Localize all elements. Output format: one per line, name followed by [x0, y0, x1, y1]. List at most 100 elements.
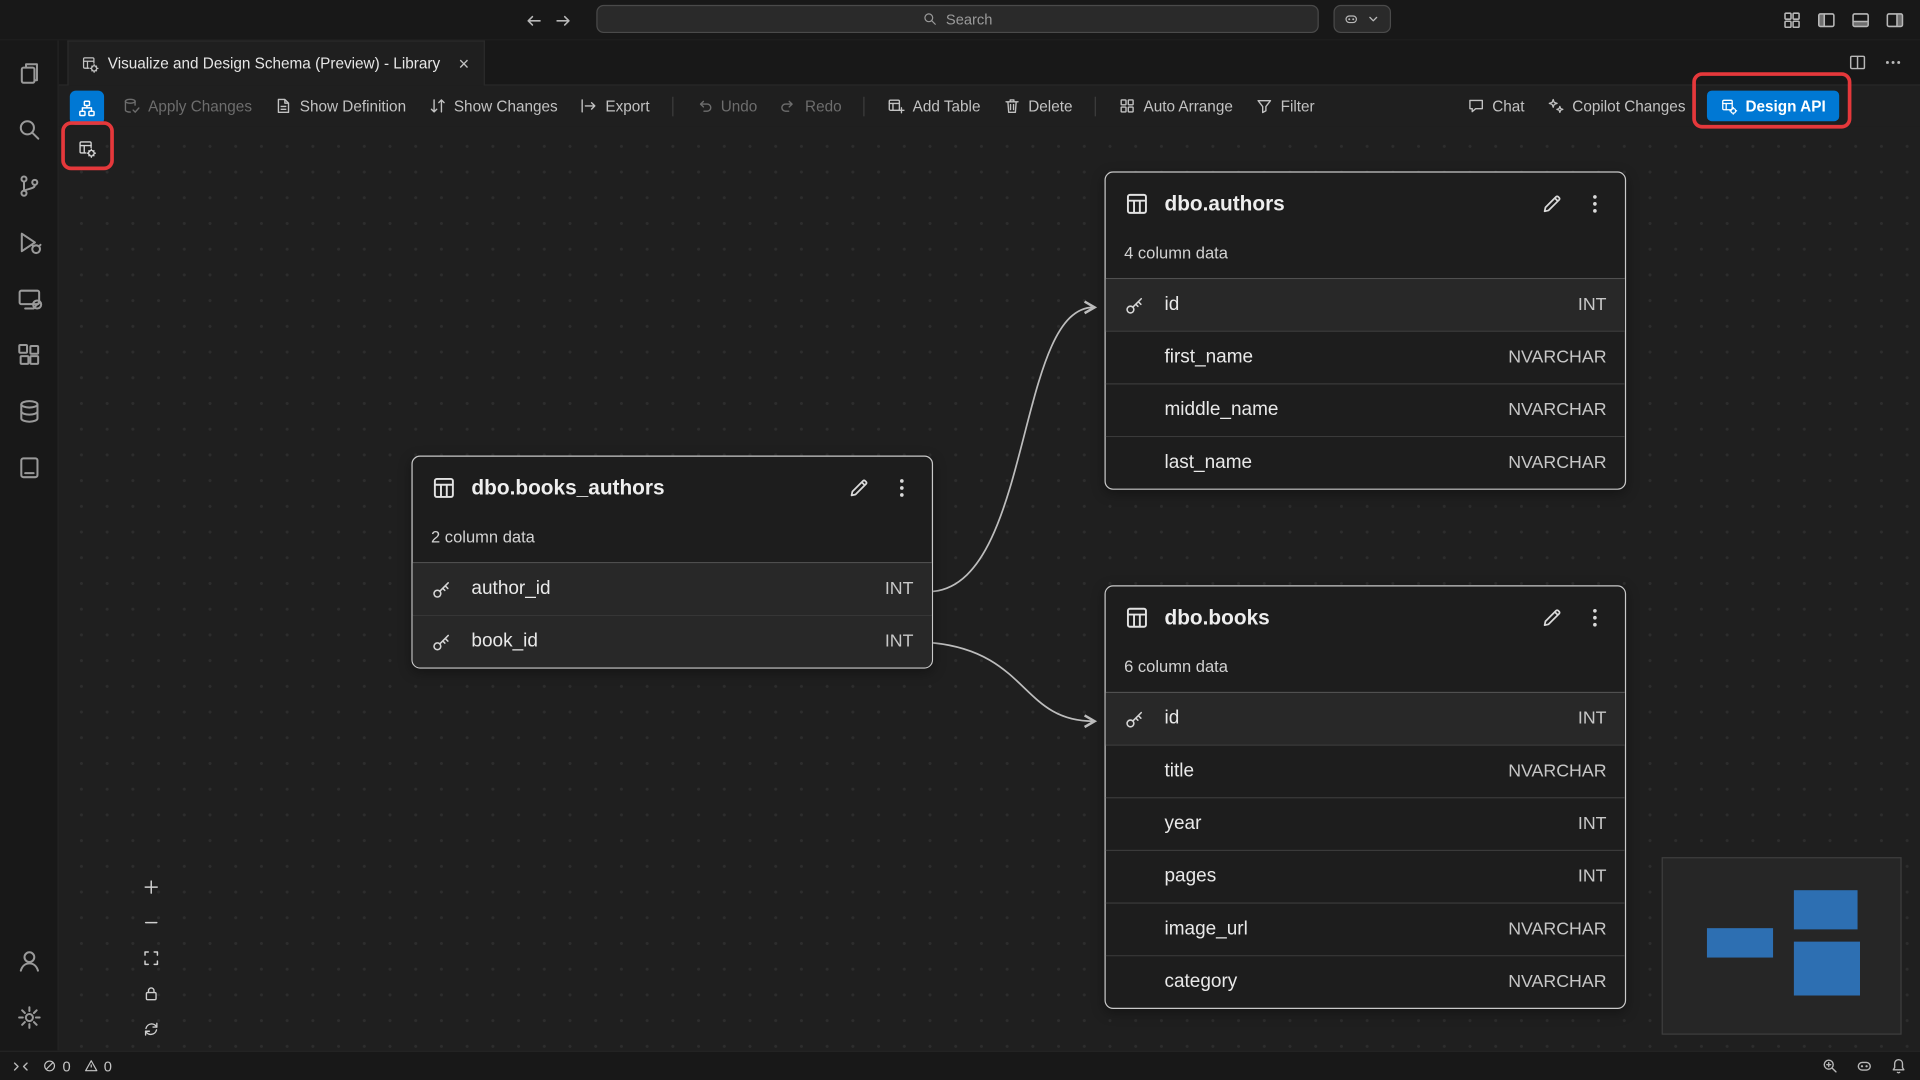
- column-row-first-name[interactable]: first_name NVARCHAR: [1106, 331, 1625, 384]
- titlebar-panel-right-icon[interactable]: [1884, 10, 1905, 31]
- titlebar-panel-left-icon[interactable]: [1816, 10, 1837, 31]
- column-row-id[interactable]: id INT: [1106, 279, 1625, 330]
- canvas-zoom-fit-icon[interactable]: [137, 944, 165, 972]
- canvas-zoom-minus-icon[interactable]: [137, 909, 165, 937]
- toolbar-button-label: Show Changes: [454, 97, 558, 114]
- edit-table-button[interactable]: [1540, 192, 1563, 215]
- titlebar-nav-arrow-right-icon[interactable]: [553, 10, 573, 30]
- table-card-header: dbo.books: [1106, 587, 1625, 631]
- titlebar-layout-grid-icon[interactable]: [1782, 10, 1803, 31]
- minimap[interactable]: [1662, 857, 1902, 1035]
- titlebar-menu-chevron-down-icon[interactable]: [1365, 11, 1381, 27]
- edit-table-button[interactable]: [1540, 606, 1563, 629]
- minimap-table-box: [1794, 942, 1860, 996]
- column-row-image-url[interactable]: image_url NVARCHAR: [1106, 902, 1625, 955]
- column-name: first_name: [1164, 347, 1253, 369]
- statusbar-remote-status-icon[interactable]: [12, 1057, 29, 1074]
- warnings-count: 0: [104, 1057, 112, 1074]
- column-row-middle-name[interactable]: middle_name NVARCHAR: [1106, 383, 1625, 436]
- table-menu-button[interactable]: [1583, 192, 1606, 215]
- toolbar-button-apply-changes[interactable]: Apply Changes: [122, 97, 252, 115]
- activity-bar-database-designer[interactable]: [0, 440, 58, 496]
- status-bar: 0 0: [0, 1051, 1920, 1080]
- canvas-zoom-lock-icon[interactable]: [137, 980, 165, 1008]
- column-row-id[interactable]: id INT: [1106, 693, 1625, 744]
- column-row-year[interactable]: year INT: [1106, 797, 1625, 850]
- canvas-zoom-sync-icon[interactable]: [137, 1015, 165, 1043]
- table-card-dbo-books[interactable]: dbo.books 6 column data id INT title NVA…: [1104, 585, 1626, 1009]
- toolbar-button-delete[interactable]: Delete: [1003, 97, 1073, 115]
- tab-visualize-design-schema[interactable]: Visualize and Design Schema (Preview) - …: [67, 40, 485, 85]
- toolbar-button-redo[interactable]: Redo: [779, 97, 841, 115]
- titlebar-panel-bottom-icon[interactable]: [1850, 10, 1871, 31]
- schema-canvas[interactable]: dbo.books_authors 2 column data author_i…: [59, 126, 1920, 1050]
- titlebar-nav-arrow-left-icon[interactable]: [524, 10, 544, 30]
- column-row-category[interactable]: category NVARCHAR: [1106, 955, 1625, 1008]
- tab-action-more-icon[interactable]: [1883, 53, 1903, 73]
- activity-bar-extensions[interactable]: [0, 327, 58, 383]
- activity-bar-accounts[interactable]: [0, 933, 58, 989]
- design-api-button[interactable]: Design API: [1708, 91, 1840, 122]
- column-row-last-name[interactable]: last_name NVARCHAR: [1106, 436, 1625, 489]
- tab-action-split-icon[interactable]: [1848, 53, 1868, 73]
- problems-errors[interactable]: 0: [42, 1057, 71, 1074]
- toolbar-button-add-table[interactable]: Add Table: [887, 97, 981, 115]
- tab-close-button[interactable]: ×: [456, 54, 472, 72]
- titlebar-menu-copilot-face-icon[interactable]: [1343, 11, 1359, 27]
- column-count-caption: 4 column data: [1106, 241, 1625, 265]
- toolbar-button-label: Show Definition: [300, 97, 406, 114]
- toolbar-button-export[interactable]: Export: [580, 97, 650, 115]
- search-icon: [923, 11, 939, 27]
- statusbar-bell-icon[interactable]: [1889, 1057, 1907, 1075]
- column-name: year: [1164, 813, 1201, 835]
- activity-bar-search[interactable]: [0, 102, 58, 158]
- minimap-table-box: [1707, 928, 1773, 957]
- column-count-caption: 6 column data: [1106, 655, 1625, 679]
- table-definitions-view-button[interactable]: [70, 131, 104, 165]
- canvas-zoom-plus-icon[interactable]: [137, 873, 165, 901]
- design-api-icon: [1721, 97, 1738, 114]
- column-row-author-id[interactable]: author_id INT: [413, 563, 932, 614]
- errors-count: 0: [62, 1057, 70, 1074]
- column-row-book-id[interactable]: book_id INT: [413, 615, 932, 668]
- statusbar-zoom-in-icon[interactable]: [1821, 1057, 1839, 1075]
- table-icon: [1124, 605, 1150, 631]
- table-card-dbo-books-authors[interactable]: dbo.books_authors 2 column data author_i…: [411, 456, 933, 669]
- toolbar-button-undo[interactable]: Undo: [695, 97, 757, 115]
- diagram-layer: dbo.books_authors 2 column data author_i…: [59, 126, 1920, 1050]
- activity-bar-settings[interactable]: [0, 989, 58, 1045]
- table-menu-button[interactable]: [890, 476, 913, 499]
- column-count-caption: 2 column data: [413, 525, 932, 549]
- column-type: INT: [1578, 709, 1607, 729]
- toolbar-button-show-changes[interactable]: Show Changes: [428, 97, 558, 115]
- problems-warnings[interactable]: 0: [83, 1057, 112, 1074]
- toolbar-button-chat[interactable]: Chat: [1466, 97, 1524, 115]
- primary-key-icon: [1124, 452, 1164, 473]
- activity-bar-remote-explorer[interactable]: [0, 271, 58, 327]
- primary-key-icon: [1124, 972, 1164, 993]
- statusbar-copilot-face-icon[interactable]: [1855, 1057, 1873, 1075]
- column-name: author_id: [471, 578, 550, 600]
- table-menu-button[interactable]: [1583, 606, 1606, 629]
- toolbar-button-auto-arrange[interactable]: Auto Arrange: [1118, 97, 1233, 115]
- table-card-dbo-authors[interactable]: dbo.authors 4 column data id INT first_n…: [1104, 171, 1626, 489]
- activity-bar-run-and-debug[interactable]: [0, 214, 58, 270]
- toolbar-button-show-definition[interactable]: Show Definition: [274, 97, 406, 115]
- column-name: image_url: [1164, 918, 1247, 940]
- toolbar-button-label: Apply Changes: [148, 97, 252, 114]
- kebab-icon: [1583, 192, 1606, 215]
- activity-bar-explorer[interactable]: [0, 45, 58, 101]
- column-row-pages[interactable]: pages INT: [1106, 850, 1625, 903]
- search-input[interactable]: Search: [596, 5, 1318, 33]
- schema-designer-view-button[interactable]: [70, 91, 104, 125]
- edit-table-button[interactable]: [847, 476, 870, 499]
- activity-bar-source-control[interactable]: [0, 158, 58, 214]
- toolbar-button-copilot-changes[interactable]: Copilot Changes: [1547, 97, 1686, 115]
- column-name: title: [1164, 760, 1194, 782]
- column-row-title[interactable]: title NVARCHAR: [1106, 744, 1625, 797]
- primary-key-icon: [431, 579, 471, 600]
- copilot-menu-button[interactable]: [1333, 5, 1391, 33]
- toolbar-button-filter[interactable]: Filter: [1255, 97, 1315, 115]
- activity-bar-sql-database-projects[interactable]: [0, 383, 58, 439]
- column-type: NVARCHAR: [1508, 972, 1606, 992]
